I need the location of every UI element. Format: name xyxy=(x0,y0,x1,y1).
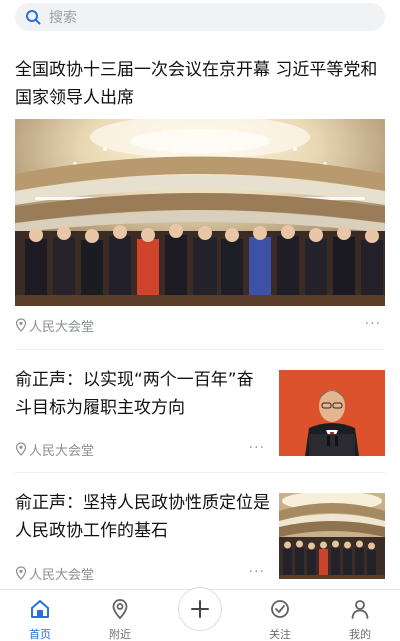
article-meta: 人民大会堂 ··· xyxy=(15,440,265,459)
tab-label: 我的 xyxy=(349,628,371,641)
location-label: 人民大会堂 xyxy=(29,319,95,335)
location-label: 人民大会堂 xyxy=(29,567,95,583)
profile-icon xyxy=(351,600,369,619)
divider xyxy=(15,349,385,350)
plus-icon xyxy=(191,600,209,618)
featured-article-meta: 人民大会堂 ··· xyxy=(15,316,385,335)
article-thumbnail[interactable] xyxy=(279,493,385,579)
location-label: 人民大会堂 xyxy=(29,443,95,459)
tab-follow[interactable]: 关注 xyxy=(250,598,310,641)
tab-nearby[interactable]: 附近 xyxy=(90,598,150,641)
follow-icon xyxy=(271,600,289,618)
search-bar[interactable]: 搜索 xyxy=(15,3,385,31)
search-icon xyxy=(26,10,41,25)
location-pin-icon xyxy=(15,318,27,332)
home-icon xyxy=(31,600,49,618)
article-meta: 人民大会堂 ··· xyxy=(15,564,265,583)
tab-label: 关注 xyxy=(269,628,291,641)
location-pin-icon xyxy=(15,442,27,456)
bottom-tab-bar: 首页 附近 关注 我的 xyxy=(0,587,400,641)
article-thumbnail[interactable] xyxy=(279,370,385,456)
search-placeholder: 搜索 xyxy=(49,10,77,26)
article-title[interactable]: 俞正声：坚持人民政协性质定位是人民政协工作的基石 xyxy=(15,489,270,545)
more-options-button[interactable]: ··· xyxy=(249,564,265,580)
more-options-button[interactable]: ··· xyxy=(365,316,381,332)
location-pin-icon xyxy=(15,566,27,580)
featured-article-image[interactable] xyxy=(15,119,385,306)
more-options-button[interactable]: ··· xyxy=(249,440,265,456)
publish-button[interactable] xyxy=(178,587,222,631)
tab-profile[interactable]: 我的 xyxy=(330,598,390,641)
tab-label: 附近 xyxy=(109,628,131,641)
tab-home[interactable]: 首页 xyxy=(10,598,70,641)
divider xyxy=(15,472,385,473)
location-icon xyxy=(112,599,128,620)
featured-article-title[interactable]: 全国政协十三届一次会议在京开幕 习近平等党和国家领导人出席 xyxy=(15,56,387,112)
tab-label: 首页 xyxy=(29,628,51,641)
article-title[interactable]: 俞正声：以实现“两个一百年”奋斗目标为履职主攻方向 xyxy=(15,366,270,422)
